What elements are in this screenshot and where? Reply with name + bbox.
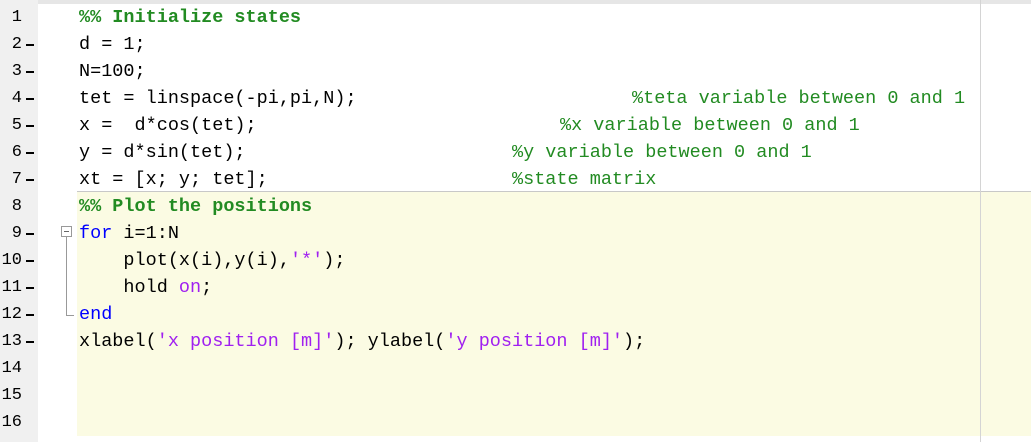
code-text[interactable]: N=100; xyxy=(79,58,146,85)
code-line[interactable]: 6 y = d*sin(tet); %y variable between 0 an… xyxy=(0,139,1031,166)
breakpoint-marker[interactable] xyxy=(26,98,34,100)
code-fragment: i=1:N xyxy=(112,223,179,244)
code-fragment: plot(x(i),y(i), xyxy=(79,250,290,271)
cell-title: %% Initialize states xyxy=(79,7,302,28)
inline-comment: %state matrix xyxy=(512,169,657,190)
breakpoint-marker[interactable] xyxy=(26,314,34,316)
breakpoint-marker[interactable] xyxy=(26,44,34,46)
line-number: 2 xyxy=(11,35,22,54)
inline-comment: %x variable between 0 and 1 xyxy=(560,115,860,136)
keyword: end xyxy=(79,304,113,325)
code-line[interactable]: 5 x = d*cos(tet); %x variable between 0 an… xyxy=(0,112,1031,139)
code-text[interactable]: for i=1:N xyxy=(79,220,179,247)
breakpoint-marker[interactable] xyxy=(26,233,34,235)
code-line[interactable]: 14 xyxy=(0,355,1031,382)
code-fragment: ); xyxy=(323,250,346,271)
code-line[interactable]: 10 plot(x(i),y(i),'*'); xyxy=(0,247,1031,274)
cell-title: %% Plot the positions xyxy=(79,196,313,217)
code-line[interactable]: 7 xt = [x; y; tet]; %state matrix xyxy=(0,166,1031,193)
line-number: 11 xyxy=(1,278,22,297)
code-fragment: ); ylabel( xyxy=(334,331,446,352)
breakpoint-marker[interactable] xyxy=(26,341,34,343)
code-line[interactable]: 3 N=100; xyxy=(0,58,1031,85)
line-number: 10 xyxy=(1,251,22,270)
code-fragment: y = d*sin(tet); xyxy=(79,142,246,163)
code-fragment: ; xyxy=(201,277,213,298)
breakpoint-marker[interactable] xyxy=(26,71,34,73)
code-text[interactable]: tet = linspace(-pi,pi,N); xyxy=(79,85,357,112)
code-line[interactable]: 11 hold on; xyxy=(0,274,1031,301)
inline-comment: %teta variable between 0 and 1 xyxy=(632,88,966,109)
code-text[interactable]: y = d*sin(tet); xyxy=(79,139,246,166)
line-number: 4 xyxy=(11,89,22,108)
code-line[interactable]: 13 xlabel('x position [m]'); ylabel('y po… xyxy=(0,328,1031,355)
code-fragment: xlabel( xyxy=(79,331,157,352)
code-fragment: tet = linspace(-pi,pi,N); xyxy=(79,88,357,109)
line-number: 15 xyxy=(1,386,22,405)
code-text[interactable]: xlabel('x position [m]'); ylabel('y posi… xyxy=(79,328,645,355)
code-editor[interactable]: 1 %% Initialize states 2 d = 1; 3 N=100; 4 tet … xyxy=(0,0,1031,442)
line-number: 9 xyxy=(11,224,22,243)
code-fragment: d = 1; xyxy=(79,34,146,55)
code-line[interactable]: 9 for i=1:N xyxy=(0,220,1031,247)
line-number: 7 xyxy=(11,170,22,189)
code-text[interactable]: plot(x(i),y(i),'*'); xyxy=(79,247,345,274)
inline-comment: %y variable between 0 and 1 xyxy=(512,142,812,163)
code-line[interactable]: 16 xyxy=(0,409,1031,436)
breakpoint-marker[interactable] xyxy=(26,287,34,289)
code-text[interactable]: end xyxy=(79,301,112,328)
breakpoint-marker[interactable] xyxy=(26,125,34,127)
code-text[interactable]: %% Initialize states xyxy=(79,4,301,31)
string-literal: '*' xyxy=(289,250,324,271)
string-literal: on xyxy=(178,277,202,298)
line-number: 5 xyxy=(11,116,22,135)
code-text[interactable]: x = d*cos(tet); xyxy=(79,112,257,139)
line-number: 14 xyxy=(1,359,22,378)
line-number: 3 xyxy=(11,62,22,81)
code-text[interactable]: %% Plot the positions xyxy=(79,193,312,220)
breakpoint-marker[interactable] xyxy=(26,152,34,154)
breakpoint-marker[interactable] xyxy=(26,260,34,262)
line-number: 16 xyxy=(1,413,22,432)
code-fragment: hold xyxy=(79,277,179,298)
code-line[interactable]: 12 end xyxy=(0,301,1031,328)
code-fragment: xt = [x; y; tet]; xyxy=(79,169,268,190)
code-text[interactable]: d = 1; xyxy=(79,31,146,58)
line-number: 8 xyxy=(11,197,22,216)
code-line[interactable]: 8 %% Plot the positions xyxy=(0,193,1031,220)
line-number: 13 xyxy=(1,332,22,351)
line-number: 6 xyxy=(11,143,22,162)
code-line[interactable]: 2 d = 1; xyxy=(0,31,1031,58)
code-text[interactable]: xt = [x; y; tet]; xyxy=(79,166,268,193)
breakpoint-marker[interactable] xyxy=(26,179,34,181)
string-literal: 'y position [m]' xyxy=(445,331,624,352)
code-text[interactable]: hold on; xyxy=(79,274,212,301)
code-line[interactable]: 1 %% Initialize states xyxy=(0,4,1031,31)
code-fragment: x = d*cos(tet); xyxy=(79,115,257,136)
line-number: 12 xyxy=(1,305,22,324)
line-number: 1 xyxy=(11,8,22,27)
string-literal: 'x position [m]' xyxy=(156,331,335,352)
code-line[interactable]: 4 tet = linspace(-pi,pi,N); %teta variable… xyxy=(0,85,1031,112)
code-line[interactable]: 15 xyxy=(0,382,1031,409)
keyword: for xyxy=(79,223,113,244)
code-fragment: ); xyxy=(623,331,646,352)
code-fragment: N=100; xyxy=(79,61,146,82)
